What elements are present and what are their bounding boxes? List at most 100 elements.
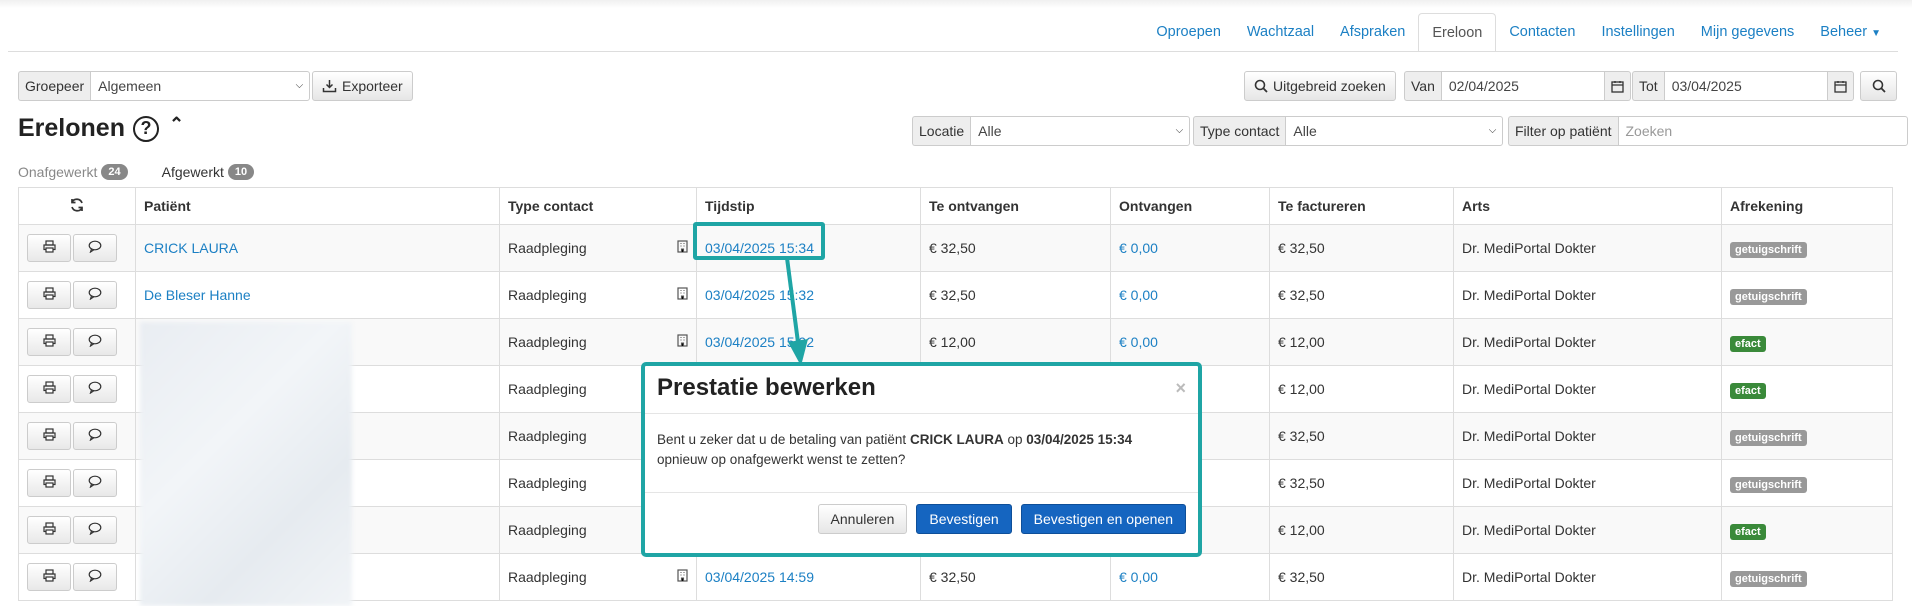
print-button[interactable] (27, 375, 71, 403)
cell-te-ontvangen: € 12,00 (920, 318, 1111, 366)
chevron-down-icon: ⌵ (1488, 125, 1497, 136)
nav-tab-contacten[interactable]: Contacten (1496, 13, 1588, 51)
print-button[interactable] (27, 563, 71, 591)
tab-onafgewerkt-label: Onafgewerkt (18, 164, 98, 180)
print-button[interactable] (27, 328, 71, 356)
search-button[interactable] (1860, 71, 1897, 101)
nav-tab-oproepen[interactable]: Oproepen (1143, 13, 1234, 51)
print-button[interactable] (27, 234, 71, 262)
comment-icon (88, 287, 102, 303)
afrekening-badge: getuigschrift (1730, 289, 1807, 305)
comment-button[interactable] (73, 328, 117, 356)
building-icon (677, 240, 688, 256)
col-header-afrekening[interactable]: Afrekening (1721, 187, 1893, 225)
nav-tab-mijn-gegevens[interactable]: Mijn gegevens (1688, 13, 1808, 51)
modal-title: Prestatie bewerken (657, 374, 876, 401)
tot-calendar-button[interactable] (1827, 71, 1854, 101)
ontvangen-link[interactable]: € 0,00 (1119, 287, 1158, 303)
comment-icon (88, 240, 102, 256)
tab-afgewerkt[interactable]: Afgewerkt 10 (162, 164, 255, 180)
print-icon (42, 287, 56, 303)
page-title-block: Erelonen ? ⌃ (18, 114, 184, 143)
building-icon (677, 569, 688, 585)
comment-icon (88, 428, 102, 444)
close-icon[interactable]: × (1175, 378, 1186, 399)
print-button[interactable] (27, 469, 71, 497)
cell-type: Raadpleging (499, 224, 697, 272)
cell-afrekening: efact (1721, 506, 1893, 554)
comment-button[interactable] (73, 469, 117, 497)
locatie-select[interactable]: Alle ⌵ (970, 116, 1191, 146)
confirm-button[interactable]: Bevestigen (916, 504, 1012, 534)
tot-date-input[interactable]: 03/04/2025 (1663, 71, 1828, 101)
ontvangen-link[interactable]: € 0,00 (1119, 240, 1158, 256)
col-header-arts[interactable]: Arts (1453, 187, 1722, 225)
tijdstip-link[interactable]: 03/04/2025 14:59 (705, 569, 814, 585)
patient-link[interactable]: CRICK LAURA (144, 240, 238, 256)
col-header-tijdstip[interactable]: Tijdstip (696, 187, 921, 225)
nav-tab-wachtzaal[interactable]: Wachtzaal (1234, 13, 1327, 51)
cell-te-factureren: € 32,50 (1269, 412, 1454, 460)
afrekening-badge: getuigschrift (1730, 477, 1807, 493)
col-header-te-factureren[interactable]: Te factureren (1269, 187, 1454, 225)
type-text: Raadpleging (508, 381, 587, 397)
comment-button[interactable] (73, 422, 117, 450)
nav-divider (8, 51, 1898, 52)
groepeer-select[interactable]: Algemeen ⌵ (90, 71, 311, 101)
patient-search-input[interactable]: Zoeken (1617, 116, 1908, 146)
cell-arts: Dr. MediPortal Dokter (1453, 506, 1722, 554)
nav-tab-beheer[interactable]: Beheer ▼ (1807, 13, 1894, 51)
uitgebreid-zoeken-button[interactable]: Uitgebreid zoeken (1244, 71, 1396, 101)
arrow-icon (785, 258, 808, 366)
ontvangen-link[interactable]: € 0,00 (1119, 569, 1158, 585)
type-contact-label: Type contact (1193, 116, 1286, 146)
nav-tab-instellingen[interactable]: Instellingen (1588, 13, 1687, 51)
van-calendar-button[interactable] (1604, 71, 1631, 101)
print-button[interactable] (27, 281, 71, 309)
nav-tab-afspraken[interactable]: Afspraken (1327, 13, 1418, 51)
comment-button[interactable] (73, 375, 117, 403)
comment-button[interactable] (73, 281, 117, 309)
tab-onafgewerkt[interactable]: Onafgewerkt 24 (18, 164, 128, 180)
modal-patient: CRICK LAURA (909, 432, 1004, 447)
col-header-ontvangen[interactable]: Ontvangen (1110, 187, 1270, 225)
cell-ontvangen: € 0,00 (1110, 318, 1270, 366)
cell-te-factureren: € 32,50 (1269, 553, 1454, 601)
cell-arts: Dr. MediPortal Dokter (1453, 365, 1722, 413)
modal-time: 03/04/2025 15:34 (1026, 432, 1133, 447)
cell-ontvangen: € 0,00 (1110, 553, 1270, 601)
exporteer-button[interactable]: Exporteer (312, 71, 413, 101)
nav-tab-beheer-label: Beheer (1820, 24, 1868, 40)
locatie-group: Locatie Alle ⌵ (912, 116, 1191, 146)
print-button[interactable] (27, 516, 71, 544)
type-contact-group: Type contact Alle ⌵ (1193, 116, 1504, 146)
cell-arts: Dr. MediPortal Dokter (1453, 224, 1722, 272)
comment-button[interactable] (73, 234, 117, 262)
calendar-icon (1834, 80, 1847, 93)
col-header-type[interactable]: Type contact (499, 187, 697, 225)
patient-link[interactable]: De Bleser Hanne (144, 287, 251, 303)
print-icon (42, 381, 56, 397)
van-date-input[interactable]: 02/04/2025 (1440, 71, 1605, 101)
comment-icon (88, 522, 102, 538)
ontvangen-link[interactable]: € 0,00 (1119, 334, 1158, 350)
nav-tab-ereloon[interactable]: Ereloon (1418, 13, 1497, 52)
help-icon[interactable]: ? (132, 115, 159, 142)
chevron-up-icon[interactable]: ⌃ (169, 114, 184, 135)
page-title: Erelonen (18, 114, 125, 142)
print-icon (42, 240, 56, 256)
cell-tijdstip: 03/04/2025 14:59 (696, 553, 921, 601)
cancel-button[interactable]: Annuleren (817, 504, 908, 534)
status-tabs: Onafgewerkt 24 Afgewerkt 10 (18, 164, 255, 180)
print-button[interactable] (27, 422, 71, 450)
col-header-patient[interactable]: Patiënt (135, 187, 500, 225)
refresh-icon[interactable] (69, 197, 85, 213)
comment-button[interactable] (73, 563, 117, 591)
type-contact-select[interactable]: Alle ⌵ (1285, 116, 1504, 146)
print-icon (42, 428, 56, 444)
confirm-open-button[interactable]: Bevestigen en openen (1020, 504, 1186, 534)
comment-button[interactable] (73, 516, 117, 544)
van-label: Van (1404, 71, 1441, 101)
col-header-te-ontvangen[interactable]: Te ontvangen (920, 187, 1111, 225)
cell-afrekening: getuigschrift (1721, 553, 1893, 601)
